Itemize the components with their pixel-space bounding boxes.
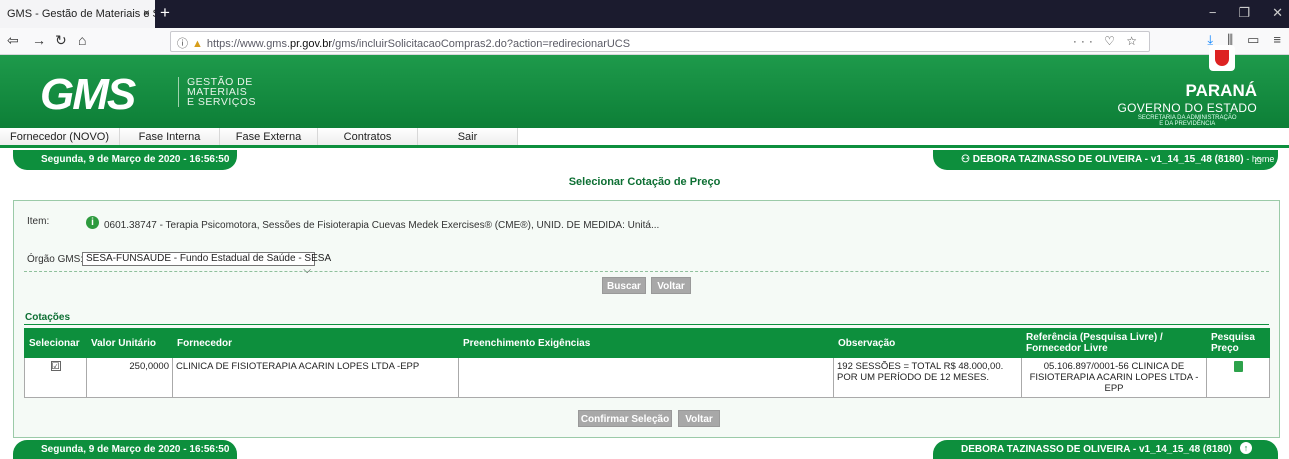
menu-item-fornecedor[interactable]: Fornecedor (NOVO) — [0, 128, 120, 145]
main-panel: Item: i 0601.38747 - Terapia Psicomotora… — [13, 200, 1280, 438]
home-icon[interactable]: ⌂ — [1254, 152, 1262, 167]
voltar-bottom-button[interactable]: Voltar — [678, 410, 720, 427]
state-secretariat: E DA PREVIDÊNCIA — [1159, 121, 1216, 127]
info-icon[interactable]: ⓘ — [177, 38, 188, 50]
exigencias-cell — [458, 357, 834, 398]
footer-user: DEBORA TAZINASSO DE OLIVEIRA - v1_14_15_… — [933, 440, 1278, 459]
referencia-cell: 05.106.897/0001-56 CLINICA DE FISIOTERAP… — [1021, 357, 1207, 398]
lock-warning-icon[interactable]: ▲ — [192, 38, 203, 50]
gms-subtitle-line: E SERVIÇOS — [187, 96, 256, 108]
page-title: Selecionar Cotação de Preço — [568, 176, 721, 188]
user-icon: ⚇ — [961, 154, 973, 165]
footer-bar: Segunda, 9 de Março de 2020 - 16:56:50 D… — [0, 440, 1289, 459]
minimize-icon[interactable]: − — [1209, 5, 1217, 21]
info-icon[interactable]: i — [86, 216, 99, 229]
menu-icon[interactable]: ≡ — [1273, 32, 1281, 48]
close-tab-icon[interactable]: × — [143, 6, 150, 20]
window-close-icon[interactable]: ✕ — [1272, 5, 1283, 21]
main-menu: Fornecedor (NOVO) Fase Interna Fase Exte… — [0, 128, 1289, 148]
state-crest-icon — [1209, 45, 1235, 71]
gms-logo[interactable]: GMS — [40, 73, 136, 117]
col-selecionar: Selecionar — [24, 328, 87, 358]
state-government: GOVERNO DO ESTADO — [1117, 101, 1257, 115]
cotacoes-heading: Cotações — [25, 312, 71, 323]
col-referencia-line2: Fornecedor Livre — [1026, 343, 1108, 354]
menu-item-sair[interactable]: Sair — [418, 128, 518, 145]
gms-subtitle: GESTÃO DE MATERIAIS E SERVIÇOS — [178, 77, 256, 107]
menu-item-fase-interna[interactable]: Fase Interna — [120, 128, 220, 145]
select-cell: ☑ — [24, 357, 87, 398]
cotacoes-table: Selecionar Valor Unitário Fornecedor Pre… — [24, 328, 1270, 398]
url-domain: pr.gov.br — [290, 38, 333, 50]
item-description: 0601.38747 - Terapia Psicomotora, Sessõe… — [104, 220, 660, 231]
home-icon[interactable]: ⌂ — [78, 32, 86, 48]
browser-tabbar: GMS - Gestão de Materiais e Serviç × + −… — [0, 0, 1289, 28]
current-date: Segunda, 9 de Março de 2020 - 16:56:50 — [13, 150, 237, 170]
sidebar-icon[interactable]: ▭ — [1247, 32, 1259, 48]
menu-item-fase-externa[interactable]: Fase Externa — [220, 128, 318, 145]
state-name: PARANÁ — [1185, 81, 1257, 100]
select-checkbox[interactable]: ☑ — [50, 361, 61, 371]
orgao-select[interactable]: SESA-FUNSAUDE - Fundo Estadual de Saúde … — [82, 252, 331, 276]
parana-logo: PARANÁ GOVERNO DO ESTADO SECRETARIA DA A… — [1117, 45, 1257, 127]
spreadsheet-icon[interactable] — [1233, 361, 1243, 372]
url-path: /gms/incluirSolicitacaoCompras2.do?actio… — [332, 38, 631, 50]
url-bar[interactable]: ⓘ ▲ https://www.gms.pr.gov.br/gms/incluirS… — [170, 31, 1150, 52]
browser-tab[interactable]: GMS - Gestão de Materiais e Serviç × — [0, 0, 155, 28]
orgao-selected-value: SESA-FUNSAUDE - Fundo Estadual de Saúde … — [86, 253, 332, 264]
item-label: Item: — [27, 216, 50, 227]
observacao-cell: 192 SESSÕES = TOTAL R$ 48.000,00. POR UM… — [833, 357, 1022, 398]
valor-cell: 250,0000 — [86, 357, 173, 398]
col-pesquisa-line1: Pesquisa — [1211, 332, 1255, 343]
confirmar-selecao-button[interactable]: Confirmar Seleção — [578, 410, 672, 427]
orgao-label: Órgão GMS: — [27, 254, 84, 265]
menu-item-contratos[interactable]: Contratos — [318, 128, 418, 145]
back-icon[interactable]: ⇦ — [7, 32, 19, 49]
url-prefix: https://www.gms. — [206, 38, 291, 50]
reload-icon[interactable]: ↻ — [55, 32, 67, 49]
divider — [24, 271, 1269, 272]
new-tab-button[interactable]: + — [160, 3, 170, 23]
col-valor-unitario: Valor Unitário — [86, 328, 173, 358]
table-row: ☑ 250,0000 CLINICA DE FISIOTERAPIA ACARI… — [24, 357, 1270, 398]
col-fornecedor: Fornecedor — [172, 328, 459, 358]
site-header: GMS GESTÃO DE MATERIAIS E SERVIÇOS PARAN… — [0, 45, 1289, 128]
footer-user-name: DEBORA TAZINASSO DE OLIVEIRA - v1_14_15_… — [961, 444, 1232, 455]
table-header-row: Selecionar Valor Unitário Fornecedor Pre… — [24, 328, 1270, 358]
browser-navbar: ⇦ → ↻ ⌂ ⓘ ▲ https://www.gms.pr.gov.br/gms/… — [0, 28, 1289, 55]
user-name: DEBORA TAZINASSO DE OLIVEIRA - v1_14_15_… — [972, 154, 1244, 165]
pesquisa-cell — [1206, 357, 1270, 398]
window-controls: − ❐ ✕ — [1209, 5, 1283, 21]
divider — [24, 324, 1269, 325]
voltar-button[interactable]: Voltar — [651, 277, 691, 294]
user-info: ⚇ DEBORA TAZINASSO DE OLIVEIRA - v1_14_1… — [933, 150, 1278, 170]
col-observacao: Observação — [833, 328, 1022, 358]
scroll-top-icon[interactable]: ↑ — [1240, 442, 1252, 454]
url-actions[interactable]: ··· ♡ ☆ — [1073, 34, 1141, 48]
col-pesquisa-line2: Preço — [1211, 343, 1239, 354]
footer-date: Segunda, 9 de Março de 2020 - 16:56:50 — [13, 440, 237, 459]
col-exigencias: Preenchimento Exigências — [458, 328, 834, 358]
status-bar: Segunda, 9 de Março de 2020 - 16:56:50 ⚇… — [0, 148, 1289, 170]
col-pesquisa-preco: Pesquisa Preço — [1206, 328, 1270, 358]
fornecedor-cell: CLINICA DE FISIOTERAPIA ACARIN LOPES LTD… — [172, 357, 459, 398]
col-referencia: Referência (Pesquisa Livre) / Fornecedor… — [1021, 328, 1207, 358]
tab-title: GMS - Gestão de Materiais e Serviç — [7, 8, 155, 20]
buscar-button[interactable]: Buscar — [602, 277, 646, 294]
maximize-icon[interactable]: ❐ — [1238, 5, 1250, 21]
forward-icon[interactable]: → — [32, 32, 46, 48]
col-referencia-line1: Referência (Pesquisa Livre) / — [1026, 332, 1163, 343]
